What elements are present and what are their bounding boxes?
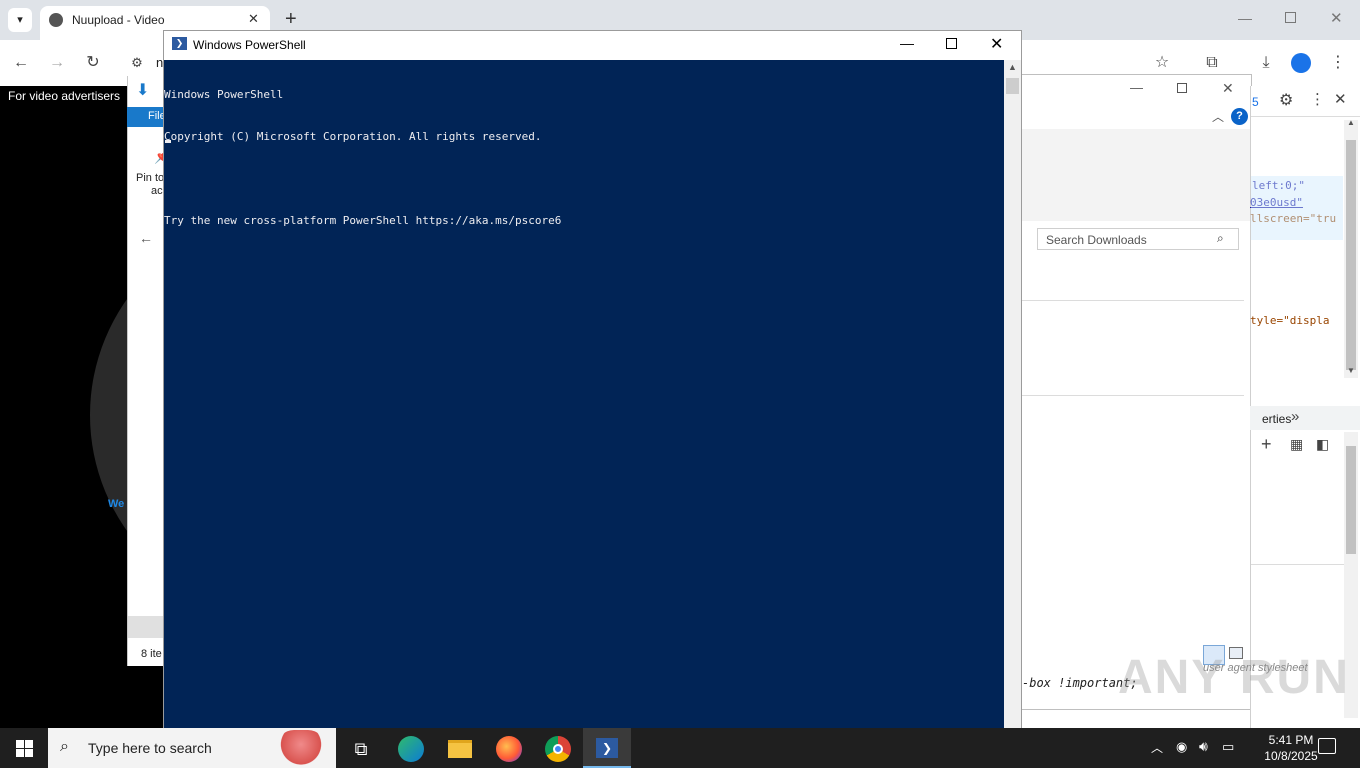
explorer-back-icon[interactable]: ←	[139, 230, 153, 246]
devtools-count: 5	[1252, 95, 1259, 109]
pin-label-2[interactable]: ac	[151, 185, 163, 197]
more-tabs-icon[interactable]: »	[1291, 408, 1299, 425]
scroll-down-icon[interactable]: ▼	[1347, 366, 1355, 375]
clock-date[interactable]: 10/8/2025	[1254, 749, 1328, 763]
search-icon: ⌕	[60, 738, 69, 755]
ps-scrollbar[interactable]	[1004, 60, 1021, 748]
close-window-icon[interactable]: ✕	[1330, 9, 1343, 27]
downloads-search-input[interactable]: Search Downloads	[1037, 228, 1239, 250]
advertisers-link[interactable]: For video advertisers	[8, 89, 120, 103]
explorer-item-count: 8 ite	[141, 648, 162, 660]
volume-icon[interactable]: 🔊︎	[1199, 738, 1208, 755]
clock-time[interactable]: 5:41 PM	[1254, 733, 1328, 747]
devtools-scroll-thumb[interactable]	[1346, 140, 1356, 370]
code-highlight	[1251, 176, 1343, 240]
powershell-console[interactable]: Windows PowerShell Copyright (C) Microso…	[164, 60, 1002, 730]
new-tab-button[interactable]: +	[285, 8, 297, 31]
show-hidden-icons-icon[interactable]: ︿	[1151, 739, 1163, 756]
octopus-search-highlight-icon	[276, 730, 326, 766]
profile-avatar[interactable]	[1291, 53, 1311, 73]
notifications-icon[interactable]	[1318, 738, 1336, 754]
watermark: ANY RUN	[1118, 651, 1350, 704]
downloads-minimize-icon[interactable]: —	[1130, 80, 1143, 95]
divider	[1022, 395, 1244, 396]
devtools-settings-icon[interactable]: ⚙	[1279, 90, 1293, 110]
site-settings-icon[interactable]: ⚙	[126, 52, 148, 74]
network-icon[interactable]: ▭	[1222, 739, 1234, 755]
console-line: Windows PowerShell	[164, 88, 284, 101]
code-line: tyle="displa	[1250, 314, 1330, 327]
restore-icon[interactable]	[1285, 12, 1296, 23]
ps-minimize-icon[interactable]: —	[900, 35, 914, 51]
minimize-icon[interactable]: —	[1238, 10, 1252, 26]
devtools-close-icon[interactable]: ✕	[1334, 90, 1347, 108]
collapse-ribbon-icon[interactable]: ︿	[1212, 108, 1224, 125]
explorer-download-icon: ⬇	[136, 82, 150, 99]
reload-icon[interactable]: ↻	[82, 52, 104, 74]
ps-maximize-icon[interactable]	[946, 38, 957, 49]
chrome-icon-center	[553, 744, 563, 754]
paint-brush-icon[interactable]: ▦	[1290, 436, 1303, 453]
meet-now-icon[interactable]: ◉	[1176, 739, 1187, 755]
extensions-icon[interactable]: ⧉	[1201, 52, 1223, 74]
file-explorer-icon[interactable]	[448, 740, 472, 758]
devtools-divider	[1251, 116, 1360, 117]
tab-list-button[interactable]: ▾	[8, 8, 32, 32]
taskbar-search-placeholder[interactable]: Type here to search	[88, 740, 212, 756]
task-view-icon[interactable]: ⧉	[348, 736, 374, 762]
devtools-scroll-thumb-lower[interactable]	[1346, 446, 1356, 554]
back-icon[interactable]: ←	[10, 52, 32, 74]
partial-page-text: We	[108, 498, 125, 510]
console-line: Copyright (C) Microsoft Corporation. All…	[164, 130, 542, 143]
firefox-icon[interactable]	[496, 736, 522, 762]
tab-title: Nuupload - Video	[72, 13, 165, 27]
ps-scroll-thumb[interactable]	[1006, 78, 1019, 94]
download-icon[interactable]: ⤓	[1255, 52, 1277, 74]
help-icon[interactable]: ?	[1231, 108, 1248, 125]
devtools-menu-icon[interactable]: ⋮	[1310, 90, 1325, 108]
toggle-sidebar-icon[interactable]: ◧	[1316, 436, 1329, 453]
powershell-title: Windows PowerShell	[193, 38, 306, 52]
search-icon[interactable]: ⌕	[1217, 231, 1224, 246]
powershell-icon: ❯	[172, 37, 187, 50]
bookmark-star-icon[interactable]: ☆	[1151, 52, 1173, 74]
ps-close-icon[interactable]: ✕	[990, 34, 1003, 54]
downloads-ribbon-area	[1021, 129, 1251, 221]
close-tab-icon[interactable]: ✕	[248, 11, 259, 27]
ps-scroll-up-icon[interactable]: ▲	[1008, 62, 1017, 72]
devtools-divider	[1251, 564, 1344, 565]
console-line: Try the new cross-platform PowerShell ht…	[164, 214, 562, 227]
forward-icon[interactable]: →	[46, 52, 68, 74]
console-cursor	[165, 140, 171, 143]
pin-label-1[interactable]: Pin to	[136, 172, 164, 184]
properties-tab[interactable]: erties	[1262, 412, 1291, 426]
downloads-close-icon[interactable]: ✕	[1222, 80, 1234, 97]
divider	[1022, 300, 1244, 301]
scroll-up-icon[interactable]: ▲	[1347, 118, 1355, 127]
downloads-maximize-icon[interactable]	[1177, 83, 1187, 93]
new-style-rule-icon[interactable]: +	[1261, 434, 1272, 455]
explorer-scrollbar[interactable]	[128, 616, 164, 638]
windows-logo-icon	[16, 740, 33, 757]
menu-kebab-icon[interactable]: ⋮	[1327, 52, 1349, 74]
powershell-taskbar-icon: ❯	[596, 738, 618, 758]
globe-icon	[49, 13, 63, 27]
edge-icon[interactable]	[398, 736, 424, 762]
